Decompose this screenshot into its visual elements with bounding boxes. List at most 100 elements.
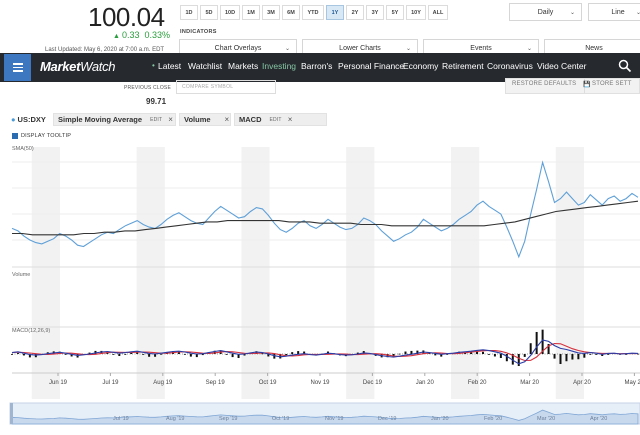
hamburger-menu-button[interactable] [4,54,31,81]
macd-close-icon[interactable]: × [288,115,293,124]
range-button-10y[interactable]: 10Y [406,5,426,20]
macd-histogram-bar [16,353,19,354]
chevron-down-icon: ⌄ [569,9,575,16]
range-button-ytd[interactable]: YTD [302,5,324,20]
navigator-tick-label: Dec '19 [378,416,396,422]
range-button-1y[interactable]: 1Y [326,5,344,20]
navigator-tick-label: Sep '19 [219,416,237,422]
news-label: News [585,44,603,52]
chevron-down-icon: ⌄ [405,45,411,52]
macd-histogram-bar [571,354,574,360]
nav-item-video-center[interactable]: Video Center [537,61,586,71]
navigator-tick-label: Jan '20 [431,416,449,422]
macd-line [11,339,639,365]
x-axis-tick-label: Oct 19 [259,380,277,386]
search-icon[interactable] [618,59,632,73]
macd-histogram-bar [607,354,610,355]
macd-histogram-bar [22,354,25,356]
menu-icon [12,63,23,65]
x-axis-tick-label: Feb 20 [468,380,487,386]
macd-histogram-bar [297,351,300,354]
macd-histogram-bar [499,354,502,359]
marketwatch-logo[interactable]: MarketWatch [40,59,116,74]
macd-histogram-bar [589,354,592,355]
range-button-6m[interactable]: 6M [282,5,300,20]
save-icon: 💾 [583,82,591,88]
x-axis-tick-label: Mar 20 [520,380,539,386]
x-axis-tick-label: May 20 [625,380,640,386]
macd-histogram-bar [553,354,556,359]
month-band [31,147,60,399]
sma-study-tag: Simple Moving Average EDIT × [53,113,176,126]
change-value: 0.33 [121,30,140,40]
frequency-dropdown[interactable]: Daily ⌄ [509,3,582,21]
lower-charts-label: Lower Charts [339,44,381,52]
navigator-tick-label: Nov '19 [325,416,343,422]
nav-item-markets[interactable]: Markets [228,61,258,71]
range-button-2y[interactable]: 2Y [346,5,364,20]
macd-histogram-bar [183,354,186,355]
navigator-left-handle [10,403,13,424]
macd-histogram-bar [189,354,192,357]
macd-histogram-bar [535,331,538,354]
macd-histogram-bar [410,350,413,354]
macd-histogram-bar [434,354,437,356]
range-button-1m[interactable]: 1M [242,5,260,20]
macd-histogram-bar [118,354,121,357]
change-percent: 0.33% [144,30,171,40]
chevron-down-icon: ⌄ [526,45,532,52]
chart-style-dropdown[interactable]: Line ⌄ [588,3,640,21]
x-axis-tick-label: Apr 20 [573,380,591,386]
sma-edit-button[interactable]: EDIT [150,117,162,123]
nav-item-watchlist[interactable]: Watchlist [188,61,222,71]
sma-close-icon[interactable]: × [168,115,173,124]
nav-item-personal-finance[interactable]: Personal Finance [338,61,404,71]
month-band [346,147,375,399]
ticker-legend: ● US:DXY [11,115,46,124]
nav-item-retirement[interactable]: Retirement [442,61,484,71]
display-tooltip-checkbox[interactable] [12,133,18,139]
month-band [241,147,270,399]
navigator-tick-label: Oct '19 [272,416,289,422]
compare-symbol-input[interactable]: COMPARE SYMBOL [176,80,276,94]
x-axis-tick-label: Nov 19 [310,380,330,386]
macd-edit-button[interactable]: EDIT [270,117,282,123]
series-dot-icon: ● [11,115,16,124]
store-settings-button[interactable]: STORE SETT [592,81,632,87]
macd-study-label: MACD [239,115,262,124]
macd-histogram-bar [398,353,401,355]
range-button-5y[interactable]: 5Y [386,5,404,20]
macd-histogram-bar [493,354,496,357]
macd-histogram-bar [64,354,67,355]
volume-study-tag: Volume × [179,113,231,126]
display-tooltip-label: DISPLAY TOOLTIP [21,133,72,139]
macd-histogram-bar [523,354,526,357]
volume-close-icon[interactable]: × [225,115,230,124]
nav-dot-icon: • [152,61,155,70]
x-axis-tick-label: Dec 19 [363,380,383,386]
navigator-tick-label: Jul '19 [113,416,129,422]
x-axis-tick-label: Jan 20 [416,380,435,386]
nav-item-barron-s[interactable]: Barron's [301,61,332,71]
nav-item-investing[interactable]: Investing [262,61,296,71]
macd-histogram-bar [112,354,115,355]
range-button-3m[interactable]: 3M [262,5,280,20]
nav-item-latest[interactable]: Latest [158,61,181,71]
range-button-3y[interactable]: 3Y [366,5,384,20]
x-axis-tick-label: Sep 19 [206,380,226,386]
logo-watch: Watch [80,59,116,74]
nav-item-coronavirus[interactable]: Coronavirus [487,61,533,71]
range-button-1d[interactable]: 1D [180,5,198,20]
macd-pane-label: MACD(12,26,9) [12,328,50,334]
range-button-10d[interactable]: 10D [220,5,240,20]
sma-series-line [12,200,639,236]
price-chart[interactable]: SMA(50) Volume MACD(12,26,9) Jun 19 Jul 19 Au… [0,140,640,435]
frequency-value: Daily [537,8,554,16]
range-button-5d[interactable]: 5D [200,5,218,20]
macd-histogram-bar [124,354,127,355]
restore-defaults-button[interactable]: RESTORE DEFAULTS [512,81,576,87]
range-button-all[interactable]: ALL [428,5,448,20]
volume-pane-label: Volume [12,272,30,278]
events-label: Events [470,44,492,52]
nav-item-economy[interactable]: Economy [403,61,438,71]
